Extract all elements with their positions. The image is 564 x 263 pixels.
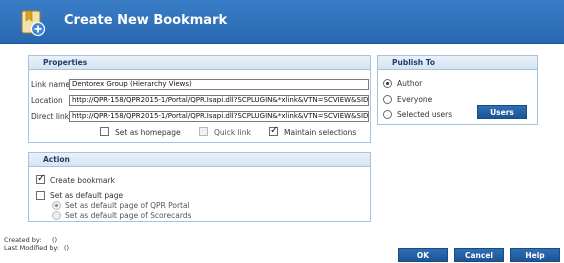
created-by-value: () <box>52 236 58 244</box>
scorecards-default-radio[interactable] <box>52 211 61 220</box>
direct-link-label: Direct link <box>31 112 70 121</box>
maintain-selections-checkbox[interactable]: ✓ <box>269 125 279 136</box>
quick-link-label: Quick link <box>214 128 251 137</box>
checkmark-icon: ✓ <box>270 125 279 136</box>
set-homepage-label: Set as homepage <box>115 128 181 137</box>
direct-link-input[interactable]: http://QPR-158/QPR2015-1/Portal/QPR.Isap… <box>69 111 369 122</box>
quick-link-checkbox[interactable] <box>199 127 208 136</box>
default-page-label: Set as default page <box>50 191 124 200</box>
create-bookmark-checkbox[interactable]: ✓ <box>36 173 46 184</box>
link-name-label: Link name <box>31 80 71 89</box>
publish-selected-users-radio[interactable] <box>383 110 392 119</box>
modified-by-value: () <box>64 244 70 252</box>
users-button[interactable]: Users <box>477 105 527 119</box>
ok-button[interactable]: OK <box>398 248 448 262</box>
location-input[interactable]: http://QPR-158/QPR2015-1/Portal/QPR.Isap… <box>69 95 369 106</box>
location-label: Location <box>31 96 63 105</box>
publish-everyone-radio[interactable] <box>383 95 392 104</box>
action-panel-title: Action <box>29 153 370 167</box>
maintain-selections-label: Maintain selections <box>284 128 357 137</box>
portal-default-radio[interactable] <box>52 201 61 210</box>
dialog-title: Create New Bookmark <box>64 13 228 28</box>
scorecards-default-label: Set as default page of Scorecards <box>65 211 192 220</box>
modified-by-label: Last Modified by: <box>4 244 60 252</box>
link-name-input[interactable]: Dentorex Group (Hierarchy Views) <box>69 79 369 90</box>
properties-panel-title: Properties <box>29 56 370 70</box>
checkmark-icon: ✓ <box>37 173 46 184</box>
publish-selected-users-label: Selected users <box>397 110 453 119</box>
create-bookmark-label: Create bookmark <box>50 176 115 185</box>
publish-to-panel-title: Publish To <box>378 56 537 70</box>
help-button[interactable]: Help <box>510 248 560 262</box>
publish-author-radio[interactable] <box>383 79 392 88</box>
publish-everyone-label: Everyone <box>397 95 433 104</box>
set-homepage-checkbox[interactable] <box>100 127 109 136</box>
bookmark-add-icon <box>21 9 47 37</box>
dialog-header: Create New Bookmark <box>0 0 564 44</box>
portal-default-label: Set as default page of QPR Portal <box>65 201 190 210</box>
publish-author-label: Author <box>397 79 423 88</box>
cancel-button[interactable]: Cancel <box>454 248 504 262</box>
created-by-label: Created by: <box>4 236 42 244</box>
default-page-checkbox[interactable] <box>36 191 45 200</box>
